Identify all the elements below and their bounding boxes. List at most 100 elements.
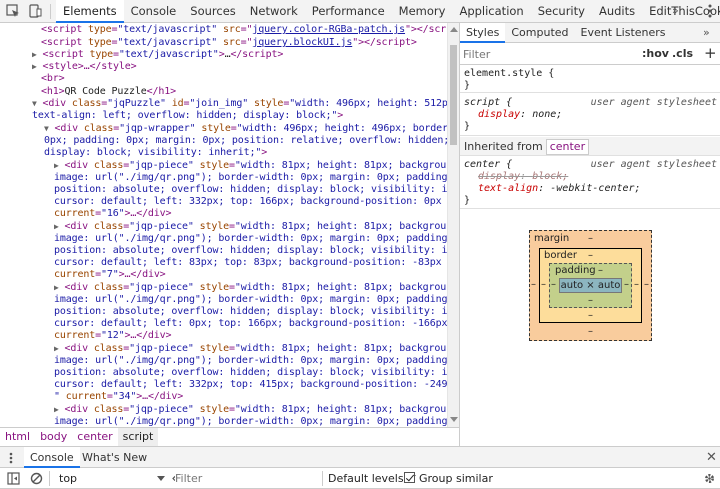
dom-node-wrapper[interactable]: ▼ <div class="jqp-wrapper" style="width:… — [44, 123, 447, 135]
inspect-element-icon[interactable] — [6, 4, 20, 18]
margin-label: margin — [534, 233, 570, 244]
group-similar-toggle[interactable]: Group similar — [404, 470, 493, 487]
styles-filter-row: :hov .cls + — [460, 43, 720, 65]
scroll-thumb[interactable] — [450, 45, 457, 145]
drawer-menu-icon[interactable] — [6, 452, 16, 464]
border-top-value[interactable]: – — [588, 250, 593, 261]
dom-node-style[interactable]: ▶ <style>…</style> — [32, 61, 137, 73]
padding-bottom-value[interactable]: – — [588, 295, 593, 306]
drawer-tab-console[interactable]: Console — [24, 447, 80, 468]
crumb-center[interactable]: center — [72, 428, 117, 446]
tab-memory[interactable]: Memory — [392, 0, 453, 23]
scroll-up-arrow-icon[interactable] — [450, 27, 458, 32]
margin-bottom-value[interactable]: – — [588, 326, 593, 337]
tab-styles[interactable]: Styles — [460, 23, 506, 43]
dom-node-continuation: cursor: default; left: 83px; top: 83px; … — [54, 257, 447, 269]
padding-left-value[interactable]: – — [551, 279, 556, 290]
more-subtabs-button[interactable]: » — [703, 26, 710, 39]
inherited-from-link[interactable]: center — [545, 139, 590, 155]
attr-value: "width: 81px; height: 81px; background- — [234, 282, 447, 293]
dom-node-piece[interactable]: ▶ <div class="jqp-piece" style="width: 8… — [54, 282, 447, 294]
dom-node-continuation: position: absolute; overflow: hidden; di… — [54, 184, 447, 196]
log-levels-dropdown[interactable]: Default levels — [328, 470, 416, 487]
expand-triangle-icon[interactable]: ▶ — [54, 283, 59, 292]
crumb-body[interactable]: body — [35, 428, 72, 446]
expand-triangle-icon[interactable]: ▶ — [54, 222, 59, 231]
more-tabs-button[interactable]: » — [672, 4, 679, 17]
boxmodel-content[interactable]: auto × auto — [559, 278, 622, 293]
rule-close-brace: } — [464, 80, 471, 91]
new-rule-button[interactable]: + — [704, 44, 717, 62]
margin-left-value[interactable]: – — [531, 279, 536, 290]
toolbar-divider — [50, 4, 51, 19]
attr-value: text-align: left; overflow: hidden; disp… — [32, 110, 338, 121]
drawer-tab-whats-new[interactable]: What's New — [76, 447, 153, 468]
console-sidebar-icon[interactable] — [7, 472, 20, 485]
kebab-menu-icon[interactable] — [704, 3, 716, 19]
close-drawer-icon[interactable]: ✕ — [706, 450, 717, 465]
js-context-select[interactable]: top — [55, 470, 167, 487]
dom-node-piece[interactable]: ▶ <div class="jqp-piece" style="width: 8… — [54, 221, 447, 233]
inherited-header: Inherited from center — [460, 137, 720, 156]
script-src-link[interactable]: jquery.blockUI.js — [252, 37, 352, 48]
border-left-value[interactable]: – — [541, 279, 546, 290]
padding-top-value[interactable]: – — [598, 265, 603, 276]
dom-node-piece[interactable]: ▶ <div class="jqp-piece" style="width: 8… — [54, 343, 447, 355]
attr-value: "16" — [100, 208, 125, 219]
dom-node-h1[interactable]: <h1>QR Code Puzzle</h1> — [41, 86, 176, 98]
dom-node-br[interactable]: <br> — [41, 73, 65, 85]
dom-node-script[interactable]: ▶ <script type="text/javascript">…</scri… — [32, 49, 283, 61]
attr-value: "text/javascript" — [117, 37, 218, 48]
tab-event-listeners[interactable]: Event Listeners — [575, 23, 672, 43]
padding-right-value[interactable]: – — [624, 279, 629, 290]
hov-toggle[interactable]: :hov — [642, 47, 669, 60]
script-src-link[interactable]: jquery.color-RGBa-patch.js — [252, 24, 405, 35]
drawer-tabbar: Console What's New ✕ — [0, 446, 720, 468]
tab-sources[interactable]: Sources — [183, 0, 243, 23]
rule-selector[interactable]: element.style { — [464, 68, 554, 80]
tab-performance[interactable]: Performance — [305, 0, 392, 23]
collapse-triangle-icon[interactable]: ▼ — [32, 99, 37, 108]
attr-value: "jqp-piece" — [129, 343, 194, 354]
tab-audits[interactable]: Audits — [592, 0, 642, 23]
tab-application[interactable]: Application — [452, 0, 530, 23]
attr-value: cursor: default; left: 332px; top: 166px… — [54, 196, 447, 207]
dom-node-script[interactable]: <script type="text/javascript" src="jque… — [41, 37, 417, 49]
border-bottom-value[interactable]: – — [588, 310, 593, 321]
device-toolbar-icon[interactable] — [28, 4, 42, 18]
styles-filter-input[interactable] — [463, 46, 633, 62]
console-toolbar: top Default levels Group similar — [0, 468, 720, 489]
dom-node-piece[interactable]: ▶ <div class="jqp-piece" style="width: 8… — [54, 160, 447, 172]
margin-right-value[interactable]: – — [644, 279, 649, 290]
expand-triangle-icon[interactable]: ▶ — [54, 344, 59, 353]
dom-node-continuation: position: absolute; overflow: hidden; di… — [54, 367, 447, 379]
expand-triangle-icon[interactable]: ▶ — [54, 405, 59, 414]
expand-triangle-icon[interactable]: ▶ — [54, 161, 59, 170]
crumb-script[interactable]: script — [117, 428, 159, 446]
tab-computed[interactable]: Computed — [505, 23, 574, 43]
dom-node-jqpuzzle[interactable]: ▼ <div class="jqPuzzle" id="join_img" st… — [32, 98, 447, 110]
console-filter-input[interactable] — [175, 470, 315, 487]
tab-security[interactable]: Security — [531, 0, 592, 23]
attr-value: position: absolute; overflow: hidden; di… — [54, 184, 447, 195]
expand-triangle-icon[interactable]: ▶ — [32, 62, 37, 71]
scroll-down-arrow-icon[interactable] — [450, 417, 458, 422]
inherited-label: Inherited from — [464, 140, 543, 153]
dom-node-piece[interactable]: ▶ <div class="jqp-piece" style="width: 8… — [54, 404, 447, 416]
collapse-triangle-icon[interactable]: ▼ — [44, 124, 49, 133]
tab-network[interactable]: Network — [243, 0, 305, 23]
border-right-value[interactable]: – — [634, 279, 639, 290]
tab-console[interactable]: Console — [124, 0, 184, 23]
crumb-html[interactable]: html — [0, 428, 35, 446]
cls-toggle[interactable]: .cls — [672, 47, 693, 60]
margin-top-value[interactable]: – — [588, 233, 593, 244]
dom-tree-scrollbar[interactable] — [447, 23, 459, 427]
console-settings-gear-icon[interactable] — [703, 472, 716, 485]
expand-triangle-icon[interactable]: ▶ — [32, 50, 37, 59]
border-label: border — [544, 250, 578, 261]
group-similar-checkbox[interactable] — [404, 472, 415, 483]
attr-value: "width: 81px; height: 81px; background- — [234, 221, 447, 232]
tab-elements[interactable]: Elements — [56, 0, 124, 23]
dom-node-script[interactable]: <script type="text/javascript" src="jque… — [41, 24, 447, 36]
clear-console-icon[interactable] — [30, 472, 43, 485]
